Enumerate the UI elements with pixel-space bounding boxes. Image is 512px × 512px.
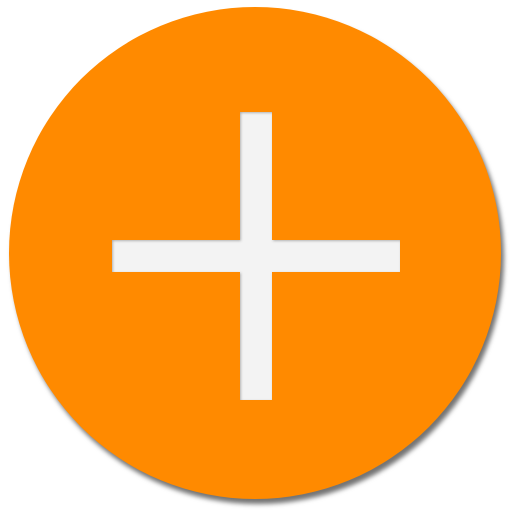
canvas (0, 0, 512, 512)
add-button[interactable] (9, 7, 501, 499)
